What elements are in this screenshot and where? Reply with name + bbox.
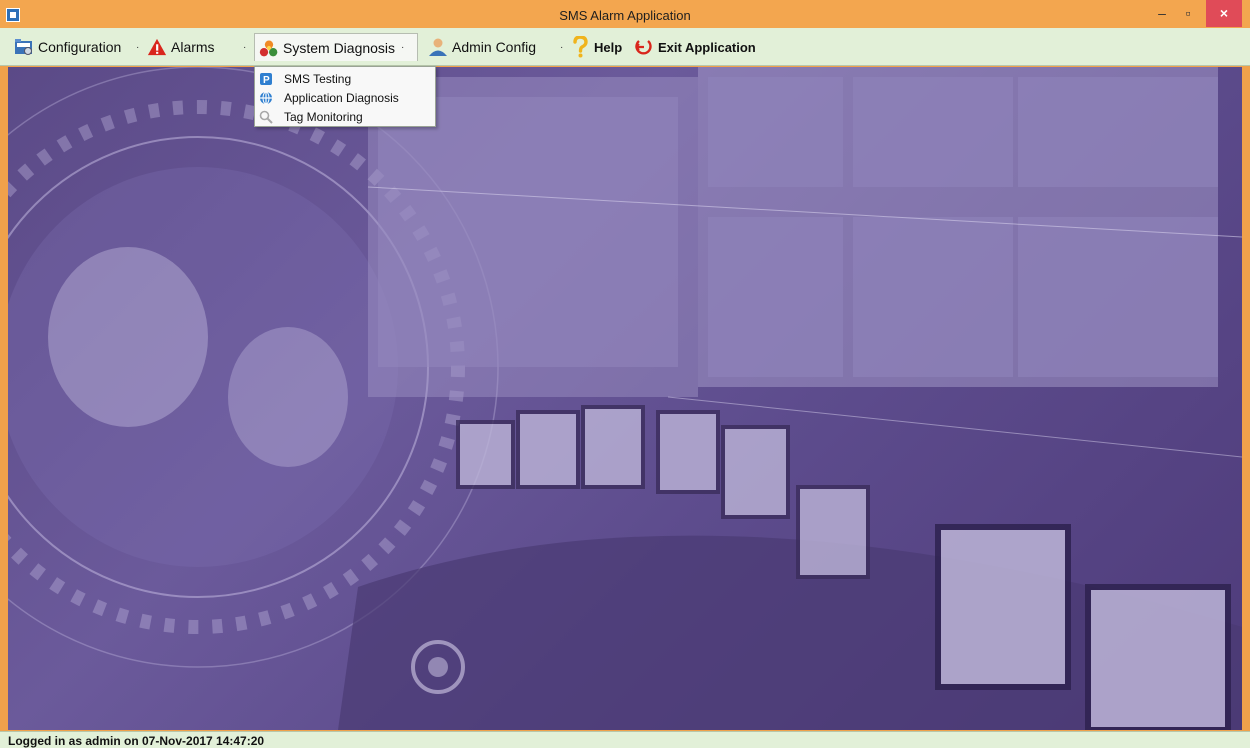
control-room-illustration [8, 67, 1242, 730]
magnifier-icon [258, 109, 274, 125]
login-status-text: Logged in as admin on 07-Nov-2017 14:47:… [8, 734, 265, 748]
background-image [8, 67, 1242, 730]
configuration-dropdown-arrow[interactable]: · [136, 42, 139, 53]
menu-system-diagnosis[interactable]: System Diagnosis · [254, 33, 418, 61]
menu-alarms-label: Alarms [171, 39, 215, 55]
menu-alarms[interactable]: Alarms [143, 33, 219, 61]
menu-system-diagnosis-label: System Diagnosis [283, 39, 396, 56]
menu-exit-application-label: Exit Application [658, 39, 756, 55]
menu-help-label: Help [594, 39, 623, 55]
sms-testing-icon: P [258, 71, 274, 87]
globe-icon [258, 90, 274, 106]
dropdown-item-application-diagnosis[interactable]: Application Diagnosis [255, 88, 435, 107]
minimize-button[interactable]: – [1148, 0, 1176, 27]
dropdown-item-tag-monitoring[interactable]: Tag Monitoring [255, 107, 435, 126]
close-button[interactable]: × [1206, 0, 1242, 27]
alarm-warning-icon [147, 37, 167, 57]
admin-user-icon [428, 37, 448, 57]
menu-help[interactable]: Help [566, 33, 626, 61]
window-title: SMS Alarm Application [559, 8, 691, 23]
help-question-icon [570, 36, 590, 58]
menu-exit-application[interactable]: Exit Application [630, 33, 760, 61]
status-bar: Logged in as admin on 07-Nov-2017 14:47:… [0, 731, 1250, 748]
menu-admin-config[interactable]: Admin Config [424, 33, 540, 61]
dropdown-item-sms-testing-label: SMS Testing [284, 71, 352, 86]
exit-icon [634, 37, 654, 57]
dropdown-item-sms-testing[interactable]: P SMS Testing [255, 69, 435, 88]
system-diagnosis-dropdown-arrow[interactable]: · [401, 42, 404, 53]
menu-configuration[interactable]: Configuration [10, 33, 125, 61]
svg-text:P: P [263, 75, 270, 86]
system-diagnosis-dropdown: P SMS Testing Application Diagnosis Tag … [254, 66, 436, 127]
configuration-icon [14, 37, 34, 57]
menu-admin-config-label: Admin Config [452, 39, 537, 55]
dropdown-item-tag-monitoring-label: Tag Monitoring [284, 109, 363, 124]
system-diagnosis-icon [259, 38, 279, 58]
menu-configuration-label: Configuration [38, 39, 122, 55]
restore-button[interactable]: ▫ [1174, 0, 1202, 27]
dropdown-item-application-diagnosis-label: Application Diagnosis [284, 90, 399, 105]
main-toolbar: Configuration · Alarms · System Diagnosi… [0, 28, 1250, 66]
alarms-dropdown-arrow[interactable]: · [243, 42, 246, 53]
admin-config-dropdown-arrow[interactable]: · [560, 42, 563, 53]
